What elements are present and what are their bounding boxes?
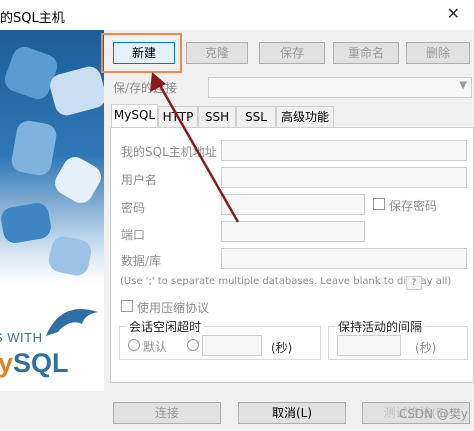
keepalive-title: 保持活动的间隔 xyxy=(335,318,426,335)
title-bar: 的SQL主机 ✕ xyxy=(0,0,474,30)
keepalive-input[interactable] xyxy=(337,335,401,356)
database-hint: (Use ';' to separate multiple databases.… xyxy=(120,276,452,287)
keepalive-seconds-label: (秒) xyxy=(415,341,437,355)
help-button[interactable]: ? xyxy=(406,276,422,290)
database-input[interactable] xyxy=(221,248,467,269)
delete-button[interactable]: 删除 xyxy=(406,42,470,64)
watermark: CSDN @樊y xyxy=(398,407,468,421)
puzzle-piece xyxy=(0,201,53,245)
compress-checkbox[interactable] xyxy=(121,300,133,312)
custom-radio[interactable] xyxy=(187,339,199,351)
cancel-button[interactable]: 取消(L) xyxy=(238,402,346,424)
tab-http[interactable]: HTTP xyxy=(158,106,198,127)
default-label: 默认 xyxy=(143,340,168,354)
username-input[interactable] xyxy=(221,167,467,188)
puzzle-piece xyxy=(9,118,59,178)
tab-ssh[interactable]: SSH xyxy=(198,106,236,127)
saved-connection-select[interactable]: ▼ xyxy=(208,77,472,98)
port-input[interactable] xyxy=(221,221,365,242)
connection-window: 的SQL主机 ✕ S WITH ySQL 新建 克隆 保存 重命名 删除 保/存… xyxy=(0,0,474,431)
mysql-logo: ySQL xyxy=(0,348,69,379)
save-password-label: 保存密码 xyxy=(389,199,438,213)
seconds-label: (秒) xyxy=(271,341,293,355)
save-password-checkbox[interactable] xyxy=(373,198,385,210)
banner-with-text: S WITH xyxy=(0,330,43,345)
tab-mysql[interactable]: MySQL xyxy=(111,104,158,128)
logo-letter: y xyxy=(0,348,14,378)
close-icon[interactable]: ✕ xyxy=(447,4,460,23)
host-label: 我的SQL主机地址 xyxy=(121,145,217,159)
default-radio[interactable] xyxy=(128,339,140,351)
mysql-banner: S WITH ySQL xyxy=(0,30,104,391)
chevron-down-icon: ▼ xyxy=(459,80,467,91)
tab-advanced[interactable]: 高级功能 xyxy=(276,106,334,127)
idle-timeout-title: 会话空闲超时 xyxy=(126,318,205,335)
puzzle-piece xyxy=(47,63,104,119)
connect-button[interactable]: 连接 xyxy=(113,402,221,424)
password-label: 密码 xyxy=(121,201,146,215)
logo-sql: SQL xyxy=(13,348,69,378)
password-input[interactable] xyxy=(221,194,365,215)
timeout-input[interactable] xyxy=(202,335,262,356)
puzzle-piece xyxy=(50,152,104,208)
window-title: 的SQL主机 xyxy=(0,11,65,26)
rename-button[interactable]: 重命名 xyxy=(333,42,399,64)
compress-label: 使用压缩协议 xyxy=(137,301,210,315)
tab-ssl[interactable]: SSL xyxy=(236,106,276,127)
saved-connection-label: 保/存的连接 xyxy=(113,81,178,95)
database-label: 数据/库 xyxy=(121,254,162,268)
save-button[interactable]: 保存 xyxy=(259,42,325,64)
clone-button[interactable]: 克隆 xyxy=(186,42,248,64)
port-label: 端口 xyxy=(121,228,146,242)
username-label: 用户名 xyxy=(121,173,158,187)
dolphin-icon xyxy=(46,309,98,336)
host-input[interactable] xyxy=(221,140,467,161)
puzzle-piece xyxy=(46,234,94,278)
highlight-box xyxy=(101,33,182,73)
